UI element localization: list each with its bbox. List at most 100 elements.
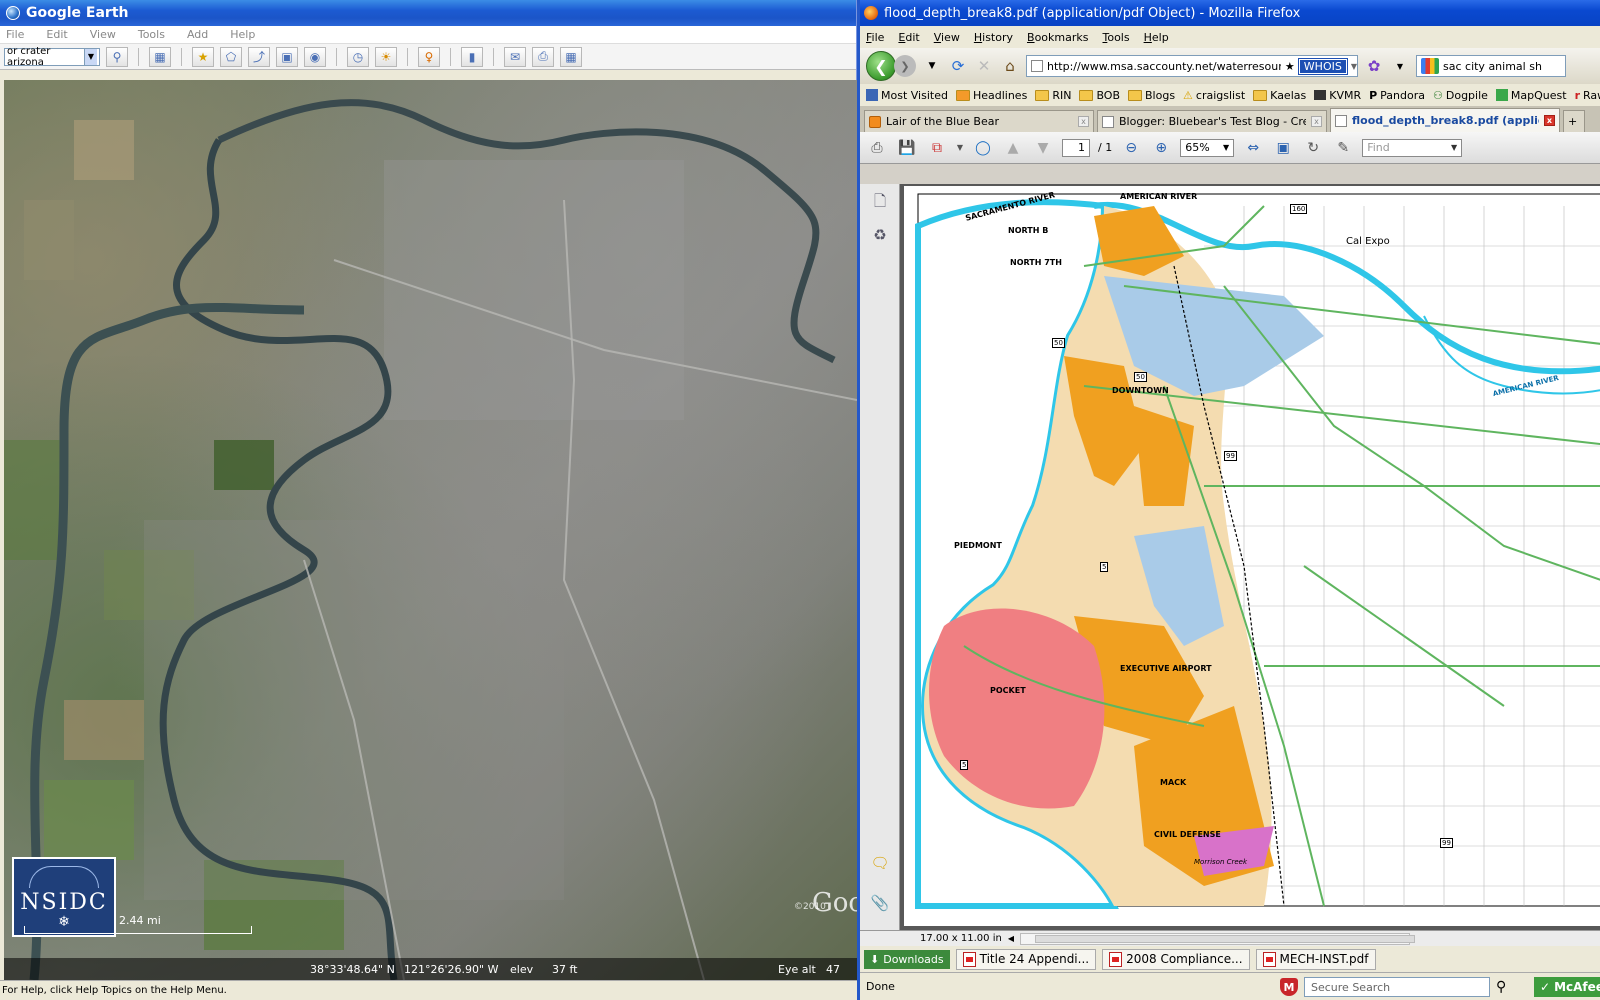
reload-icon[interactable]: ⟳: [948, 56, 968, 76]
download-item[interactable]: MECH-INST.pdf: [1255, 948, 1376, 970]
polygon-icon[interactable]: ⬠: [220, 46, 242, 67]
find-input[interactable]: Find ▼: [1362, 138, 1463, 157]
chevron-down-icon: ▼: [1223, 143, 1230, 152]
ge-menu-file[interactable]: File: [6, 28, 24, 41]
ff-menu-view[interactable]: View: [934, 31, 960, 44]
tab-blogger-test-blog[interactable]: Blogger: Bluebear's Test Blog - Create .…: [1097, 110, 1327, 132]
ge-search-combo[interactable]: or crater arizona ▼: [4, 46, 100, 68]
ff-menu-history[interactable]: History: [974, 31, 1013, 44]
bookmark-kvmr[interactable]: KVMR: [1314, 89, 1361, 102]
earth-3d-view[interactable]: NSIDC ❄ 2.44 mi Goo ©2010: [4, 80, 857, 980]
history-dropdown-icon[interactable]: ▼: [922, 56, 942, 76]
zoom-in-icon[interactable]: ⊕: [1150, 137, 1172, 159]
nsidc-logo-text: NSIDC: [20, 889, 108, 915]
bookmark-mapquest[interactable]: MapQuest: [1495, 89, 1567, 102]
bookmark-dogpile[interactable]: ⚇ Dogpile: [1433, 89, 1488, 102]
save-icon[interactable]: 💾: [896, 137, 918, 159]
url-bar[interactable]: http://www.msa.saccounty.net/waterresour…: [1026, 55, 1358, 77]
chevron-down-icon[interactable]: ▼: [84, 48, 97, 65]
zoom-select[interactable]: 65% ▼: [1180, 138, 1235, 157]
fit-width-icon[interactable]: ⇔: [1242, 137, 1264, 159]
folder-icon: [1079, 89, 1094, 101]
page-number-input[interactable]: 1: [1062, 138, 1090, 157]
bookmark-raw[interactable]: rRaw: [1575, 89, 1600, 102]
fit-page-icon[interactable]: ▣: [1272, 137, 1294, 159]
sidebar-toggle-icon[interactable]: ▦: [149, 46, 171, 67]
pages-panel-icon[interactable]: 🗋: [869, 192, 891, 214]
zoom-out-icon[interactable]: ⊖: [1120, 137, 1142, 159]
whois-button[interactable]: WHOIS: [1297, 57, 1348, 75]
bookmarks-panel-icon[interactable]: ♻: [869, 224, 891, 246]
share-icon[interactable]: ⧉: [926, 137, 948, 159]
scroll-left-icon[interactable]: ◀: [1008, 934, 1014, 943]
new-tab-button[interactable]: +: [1563, 110, 1585, 132]
ff-menu-tools[interactable]: Tools: [1102, 31, 1129, 44]
download-item[interactable]: Title 24 Appendi...: [955, 948, 1097, 970]
collaborate-icon[interactable]: ◯: [972, 137, 994, 159]
placemark-icon[interactable]: ★: [192, 46, 214, 67]
scroll-thumb[interactable]: [1034, 934, 1415, 943]
ge-menu-help[interactable]: Help: [230, 28, 255, 41]
ff-menu-file[interactable]: File: [866, 31, 884, 44]
mapquest-icon: [1495, 89, 1508, 101]
ff-window-title: flood_depth_break8.pdf (application/pdf …: [884, 5, 1301, 21]
bookmark-most-visited[interactable]: Most Visited: [866, 89, 948, 102]
sign-icon[interactable]: ✎: [1332, 137, 1354, 159]
historical-imagery-icon[interactable]: ◷: [347, 46, 369, 67]
bookmark-rin[interactable]: RIN: [1035, 89, 1071, 102]
search-icon[interactable]: ⚲: [1496, 979, 1506, 995]
save-image-icon[interactable]: ▦: [560, 46, 582, 67]
sunlight-icon[interactable]: ☀: [375, 46, 397, 67]
bookmark-pandora[interactable]: P Pandora: [1369, 89, 1425, 102]
web-search-box[interactable]: sac city animal sh: [1416, 55, 1566, 77]
horizontal-scrollbar[interactable]: [1019, 932, 1415, 945]
close-icon[interactable]: x: [1078, 116, 1089, 127]
tab-label: Blogger: Bluebear's Test Blog - Create .…: [1119, 115, 1306, 128]
ge-menubar: File Edit View Tools Add Help: [0, 26, 856, 44]
url-dropdown-icon[interactable]: ▼: [1351, 62, 1357, 71]
ruler-icon[interactable]: ▮: [461, 46, 483, 67]
home-icon[interactable]: ⌂: [1000, 56, 1020, 76]
next-page-icon[interactable]: ▼: [1032, 137, 1054, 159]
mcafee-shield-icon[interactable]: M: [1280, 978, 1298, 996]
ff-menu-bookmarks[interactable]: Bookmarks: [1027, 31, 1088, 44]
previous-page-icon[interactable]: ▲: [1002, 137, 1024, 159]
record-tour-icon[interactable]: ◉: [304, 46, 326, 67]
back-button[interactable]: ❮: [866, 51, 896, 81]
ge-menu-tools[interactable]: Tools: [138, 28, 165, 41]
chevron-down-icon[interactable]: ▼: [956, 137, 964, 159]
bookmark-bob[interactable]: BOB: [1079, 89, 1120, 102]
email-icon[interactable]: ✉: [504, 46, 526, 67]
download-item[interactable]: 2008 Compliance...: [1102, 948, 1250, 970]
bookmark-kaelas[interactable]: Kaelas: [1253, 89, 1306, 102]
ff-menu-edit[interactable]: Edit: [898, 31, 919, 44]
secure-search-input[interactable]: Secure Search: [1304, 977, 1490, 997]
addon-icon[interactable]: ✿: [1364, 56, 1384, 76]
print-icon[interactable]: ⎙: [532, 46, 554, 67]
stop-icon[interactable]: ✕: [974, 56, 994, 76]
path-icon[interactable]: ⤴: [248, 46, 270, 67]
close-icon[interactable]: x: [1544, 115, 1555, 126]
ge-menu-view[interactable]: View: [90, 28, 116, 41]
close-icon[interactable]: x: [1311, 116, 1322, 127]
bookmark-star-icon[interactable]: ★: [1285, 60, 1295, 73]
tab-flood-depth-pdf[interactable]: flood_depth_break8.pdf (applica... x: [1330, 108, 1560, 132]
bookmark-headlines[interactable]: Headlines: [955, 89, 1027, 102]
addon-dropdown-icon[interactable]: ▼: [1390, 56, 1410, 76]
comments-icon[interactable]: 🗨: [869, 852, 891, 874]
search-icon[interactable]: ⚲: [106, 46, 128, 67]
bookmark-blogs[interactable]: Blogs: [1128, 89, 1175, 102]
mcafee-button[interactable]: ✓ McAfee: [1534, 977, 1600, 997]
downloads-button[interactable]: ⬇ Downloads: [864, 949, 950, 969]
ff-menu-help[interactable]: Help: [1144, 31, 1169, 44]
image-overlay-icon[interactable]: ▣: [276, 46, 298, 67]
ge-menu-add[interactable]: Add: [187, 28, 208, 41]
forward-button[interactable]: ❯: [894, 55, 916, 77]
rotate-icon[interactable]: ↻: [1302, 137, 1324, 159]
print-icon[interactable]: ⎙: [866, 137, 888, 159]
ge-menu-edit[interactable]: Edit: [46, 28, 67, 41]
tab-lair-of-the-blue-bear[interactable]: Lair of the Blue Bear x: [864, 110, 1094, 132]
planet-icon[interactable]: ♀: [418, 46, 440, 67]
bookmark-craigslist[interactable]: ⚠ craigslist: [1183, 89, 1245, 102]
attachment-icon[interactable]: 📎: [869, 892, 891, 914]
